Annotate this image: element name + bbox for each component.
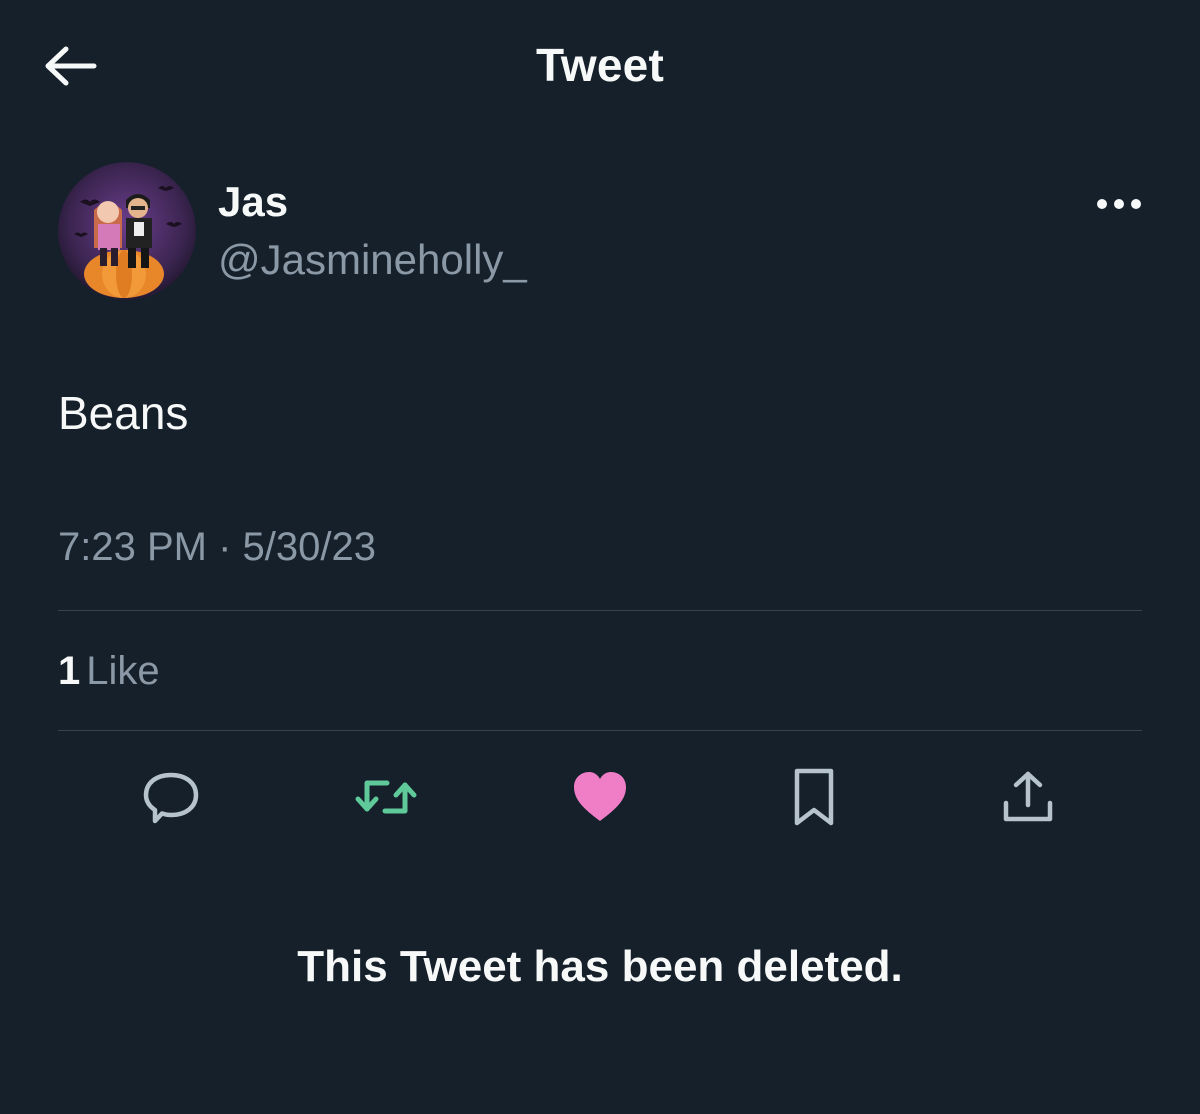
heart-icon: [574, 772, 626, 821]
bookmark-icon: [794, 768, 834, 826]
more-options-button[interactable]: [1086, 182, 1152, 226]
avatar-image: [58, 162, 196, 300]
reply-icon: [143, 772, 199, 824]
reply-button[interactable]: [136, 762, 206, 832]
crescent-moon-icon: [290, 176, 352, 228]
display-name-text: Jas: [218, 178, 289, 225]
share-icon: [1003, 771, 1053, 822]
likes-count: 1: [58, 649, 81, 693]
likes-stat[interactable]: 1 Like: [58, 649, 160, 694]
share-button[interactable]: [993, 762, 1063, 832]
divider: [58, 610, 1142, 611]
more-horizontal-icon: [1097, 199, 1141, 209]
display-name[interactable]: Jas: [218, 176, 352, 228]
deleted-notice: This Tweet has been deleted.: [297, 942, 903, 991]
divider: [58, 730, 1142, 731]
retweet-icon: [355, 780, 417, 814]
bookmark-button[interactable]: [779, 762, 849, 832]
like-button[interactable]: [565, 762, 635, 832]
tweet-timestamp[interactable]: 7:23 PM · 5/30/23: [58, 525, 376, 570]
retweet-button[interactable]: [351, 762, 421, 832]
avatar[interactable]: [58, 162, 196, 300]
likes-label: Like: [86, 649, 160, 693]
page-title: Tweet: [536, 39, 664, 91]
tweet-text: Beans: [58, 387, 189, 439]
user-handle[interactable]: @Jasmineholly_: [218, 236, 527, 284]
